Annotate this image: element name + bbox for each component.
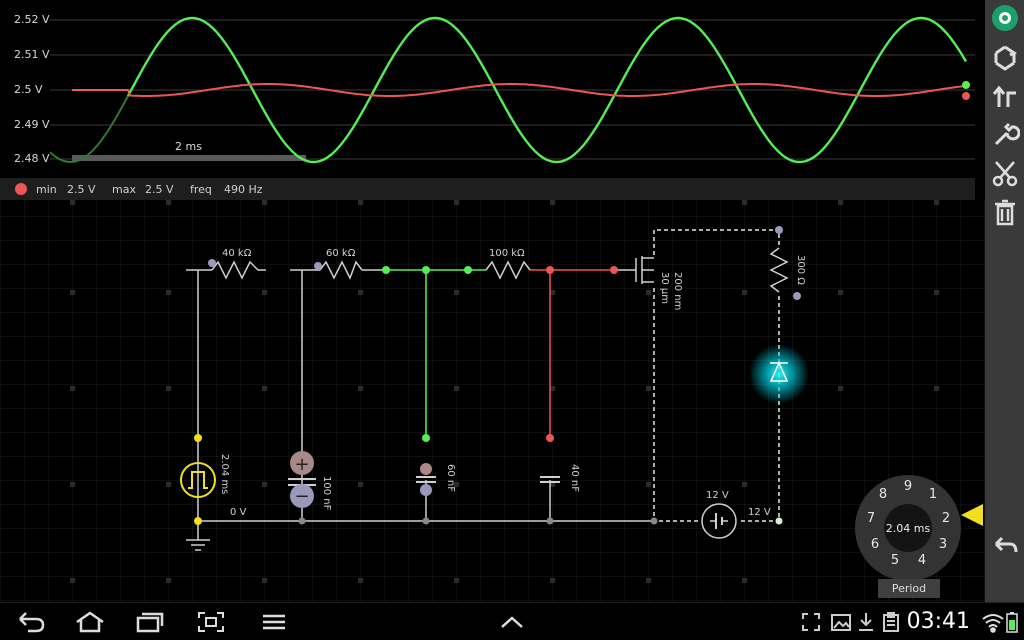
scope-info-bar: min 2.5 V max 2.5 V freq 490 Hz (0, 178, 975, 200)
green-trace-history (49, 91, 131, 164)
battery-voltage-label: 12 V (706, 490, 729, 501)
battery[interactable] (701, 503, 737, 539)
wrench-icon[interactable] (988, 117, 1021, 150)
dial-digit-4[interactable]: 4 (915, 553, 929, 568)
nav-home-icon[interactable] (74, 609, 106, 635)
min-value: 2.5 V (67, 183, 96, 196)
download-icon (856, 609, 876, 635)
system-navbar: 03:41 (0, 602, 1024, 640)
oscilloscope[interactable]: 2.52 V 2.51 V 2.5 V 2.49 V 2.48 V 2 ms (0, 0, 975, 178)
source-period-label: 2.04 ms (219, 454, 230, 494)
svg-text:+: + (294, 454, 309, 475)
resistor-100k-label: 100 kΩ (489, 248, 525, 259)
scope-plot (49, 16, 975, 164)
mosfet-length-label: 200 nm (672, 272, 683, 310)
nav-back-icon[interactable] (16, 609, 46, 635)
green-trace-marker (962, 81, 970, 89)
resistor-300-label: 300 Ω (795, 255, 806, 285)
gallery-icon (830, 609, 852, 635)
scissors-icon[interactable] (988, 156, 1021, 189)
dial-digit-7[interactable]: 7 (864, 511, 878, 526)
y-label-2-52: 2.52 V (14, 13, 50, 26)
freq-label: freq (190, 183, 212, 196)
recycle-icon[interactable] (988, 41, 1021, 74)
dial-digit-8[interactable]: 8 (876, 487, 890, 502)
battery-status-icon (1004, 609, 1020, 635)
nav-screenshot-icon[interactable] (196, 609, 226, 635)
dial-pointer-icon (961, 504, 983, 526)
back-icon[interactable] (988, 528, 1021, 561)
nav-expand-icon[interactable] (498, 609, 526, 635)
dial-digit-5[interactable]: 5 (888, 553, 902, 568)
probe-dot-icon (15, 183, 27, 195)
dial-digit-6[interactable]: 6 (868, 537, 882, 552)
upload-icon[interactable] (988, 79, 1021, 112)
dial-digit-3[interactable]: 3 (936, 537, 950, 552)
dial-digit-2[interactable]: 2 (939, 511, 953, 526)
max-label: max (112, 183, 136, 196)
dial-digit-9[interactable]: 9 (901, 479, 915, 494)
resistor-60k-label: 60 kΩ (326, 248, 356, 259)
dial-digit-1[interactable]: 1 (926, 487, 940, 502)
y-label-2-49: 2.49 V (14, 118, 50, 131)
nav-recents-icon[interactable] (134, 609, 166, 635)
nav-menu-icon[interactable] (260, 609, 288, 635)
clipboard-icon (880, 609, 902, 635)
status-clock: 03:41 (906, 609, 970, 634)
led-glow (749, 344, 809, 404)
period-label: Period (878, 579, 940, 598)
fullscreen-icon[interactable] (800, 609, 822, 635)
mosfet-width-label: 30 μm (659, 272, 670, 304)
capacitor-60n-label: 60 nF (445, 464, 456, 492)
circuit-canvas[interactable]: 40 kΩ 60 kΩ 100 kΩ 300 Ω 30 μm 200 nm 2.… (0, 200, 985, 602)
battery-node-label: 12 V (748, 507, 771, 518)
y-label-2-50: 2.5 V (14, 83, 43, 96)
logo-icon[interactable] (988, 1, 1021, 34)
y-label-2-48: 2.48 V (14, 152, 50, 165)
y-label-2-51: 2.51 V (14, 48, 50, 61)
capacitor-100n-label: 100 nF (321, 476, 332, 511)
trash-icon[interactable] (988, 195, 1021, 228)
min-label: min (36, 183, 57, 196)
time-scale-label: 2 ms (175, 140, 202, 153)
resistor-40k-label: 40 kΩ (222, 248, 252, 259)
period-dial[interactable]: 9 1 2 3 4 5 6 7 8 2.04 ms (855, 475, 961, 581)
red-trace-marker (962, 92, 970, 100)
max-value: 2.5 V (145, 183, 174, 196)
time-scale-bar (72, 155, 306, 161)
capacitor-40n-label: 40 nF (569, 464, 580, 492)
freq-value: 490 Hz (224, 183, 263, 196)
dial-value: 2.04 ms (884, 504, 932, 552)
right-toolbar (985, 0, 1024, 602)
svg-text:−: − (294, 486, 309, 507)
capacitor-100n[interactable]: + − (288, 451, 316, 508)
wifi-icon (980, 609, 1006, 635)
source-low-label: 0 V (230, 507, 247, 518)
